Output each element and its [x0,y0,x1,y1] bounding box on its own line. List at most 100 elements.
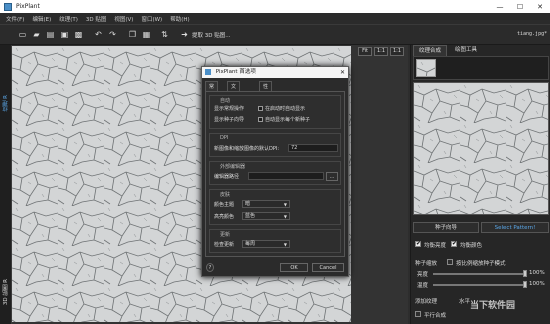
color-theme-label: 颜色主题 [214,202,235,208]
editor-path-input[interactable] [248,172,324,180]
dpi-section-title: DPI [220,135,229,141]
auto-row-1-label: 显示常规操作 [214,106,245,112]
menu-texture[interactable]: 纹理(T) [59,15,78,23]
dialog-body: 自动 显示常规操作 在启动时自动显示 显示种子向导 自动显示每个新种子 DPI … [205,91,345,257]
equalize-color-checkbox[interactable] [451,240,457,247]
chevron-down-icon: ▼ [283,214,287,219]
temperature-slider-value: 100% [529,281,545,287]
brightness-slider-label: 亮度 [417,272,429,278]
parallel-synthesis-label: 平行合成 [424,313,447,319]
editor-path-label: 编辑器路径 [214,174,240,180]
tab-general[interactable]: 常规 [205,81,219,100]
tab-texture-synthesis[interactable]: 纹理合成 [413,45,447,56]
dpi-label: 新图像和缩放图像的默认DPI: [214,146,280,152]
seed-wizard-button[interactable]: 种子向导 [413,222,479,233]
add-texture-label: 添加纹理 [415,299,438,305]
left-strip: 纹理 R 3D 贴图 R [0,45,12,324]
auto-row-2-label: 显示种子向导 [214,117,245,123]
dialog-app-icon [205,68,211,75]
cancel-button[interactable]: Cancel [312,263,344,272]
new-file-icon[interactable]: ▭ [18,30,27,39]
tab-performance[interactable]: 性能 [259,81,273,100]
preferences-dialog: PixPlant 首选项 ✕ 常规 文件处理 性能 自动 显示常规操作 在启动时… [201,66,349,277]
file-name: tiang.jpg* [517,31,548,37]
save-as-icon[interactable]: ▩ [74,30,83,39]
dialog-title: PixPlant 首选项 [215,69,256,75]
save-icon[interactable]: ▣ [60,30,69,39]
color-theme-value: 暗 [245,201,251,207]
highlight-color-select[interactable]: 蓝色 ▼ [242,212,290,220]
brightness-slider-knob[interactable] [523,270,527,277]
3d-maps-tab-label[interactable]: 3D 贴图 R [2,279,10,305]
texture-preview[interactable] [413,82,549,215]
dialog-title-bar: PixPlant 首选项 ✕ [202,67,348,78]
brightness-slider-value: 100% [529,270,545,276]
view-buttons: Fit 1:1 1:1 [354,45,410,59]
undo-icon[interactable]: ↶ [94,30,103,39]
check-updates-label: 检查更新 [214,242,235,248]
title-bar: PixPlant — ☐ ✕ [0,0,550,13]
skin-section-title: 皮肤 [220,192,231,198]
browse-button[interactable]: … [326,172,338,181]
paste-icon[interactable]: ▦ [142,30,151,39]
menu-3d-maps[interactable]: 3D 贴图 [86,15,106,23]
add-texture-value[interactable]: 水平 [459,297,470,305]
seed-thumbnail[interactable] [416,59,436,77]
close-button[interactable]: ✕ [530,0,550,13]
temperature-slider-knob[interactable] [523,281,527,288]
color-theme-select[interactable]: 暗 ▼ [242,200,290,208]
toolbar: ▭ ▰ ▤ ▣ ▩ ↶ ↷ ❐ ▦ ⇅ ➜ 提取 3D 贴图... tiang.… [0,25,550,45]
seed-strip [413,56,549,80]
brightness-slider[interactable] [433,273,527,275]
seed-zoom-mode-checkbox[interactable] [447,259,453,265]
menu-view[interactable]: 视图(V) [114,15,133,23]
equalize-brightness-checkbox[interactable] [415,240,421,247]
open-folder-icon[interactable]: ▰ [32,30,41,39]
minimize-button[interactable]: — [490,0,510,13]
chevron-down-icon: ▼ [283,242,287,247]
highlight-color-value: 蓝色 [245,213,256,219]
update-section-title: 更新 [220,232,231,238]
maximize-button[interactable]: ☐ [510,0,530,13]
tab-file-handling[interactable]: 文件处理 [227,81,241,120]
check-updates-value: 每周 [245,241,256,247]
redo-icon[interactable]: ↷ [108,30,117,39]
check-updates-select[interactable]: 每周 ▼ [242,240,290,248]
menu-edit[interactable]: 编辑(E) [32,15,51,23]
watermark-logo: 当下软件园 [470,301,516,311]
auto-row-1-checkbox[interactable] [258,106,263,111]
auto-row-1-option: 在启动时自动显示 [265,106,306,112]
ok-button[interactable]: OK [280,263,308,272]
texture-tab-label[interactable]: 纹理 R [2,95,10,112]
parallel-synthesis-checkbox[interactable] [415,311,421,317]
equalize-color-label: 均衡颜色 [460,243,483,249]
tab-drawing-tools[interactable]: 绘图工具 [449,45,483,56]
copy-icon[interactable]: ❐ [128,30,137,39]
extract-3d-label[interactable]: 提取 3D 贴图... [192,31,230,39]
fit-button[interactable]: Fit [358,47,372,56]
editor-section-title: 外部编辑器 [220,164,246,170]
equalize-brightness-label: 均衡亮度 [424,243,447,249]
dpi-input[interactable]: 72 [288,144,338,152]
seed-zoom-label: 种子缩放 [415,261,438,267]
open-icon[interactable]: ▤ [46,30,55,39]
help-button[interactable]: ? [206,263,214,272]
app-window: PixPlant — ☐ ✕ 文件(F) 编辑(E) 纹理(T) 3D 贴图 视… [0,0,550,324]
window-title: PixPlant [16,3,40,10]
extract-3d-icon[interactable]: ➜ [180,30,189,39]
dialog-close-icon[interactable]: ✕ [340,67,345,78]
menu-window[interactable]: 窗口(W) [141,15,162,23]
temperature-slider[interactable] [433,284,527,286]
seed-icon[interactable]: ⇅ [160,30,169,39]
menu-file[interactable]: 文件(F) [6,15,24,23]
actual-size-button[interactable]: 1:1 [374,47,388,56]
right-panel: 纹理合成 绘图工具 种子向导 Select Pattern! 均衡亮度 均衡颜色… [410,45,550,324]
zoom-button[interactable]: 1:1 [390,47,404,56]
menu-bar: 文件(F) 编辑(E) 纹理(T) 3D 贴图 视图(V) 窗口(W) 帮助(H… [0,13,550,25]
auto-section-title: 自动 [220,98,231,104]
highlight-color-label: 高亮颜色 [214,214,235,220]
auto-row-2-checkbox[interactable] [258,117,263,122]
auto-row-2-option: 自动显示每个新种子 [265,117,311,123]
select-pattern-button[interactable]: Select Pattern! [481,222,549,233]
menu-help[interactable]: 帮助(H) [170,15,189,23]
